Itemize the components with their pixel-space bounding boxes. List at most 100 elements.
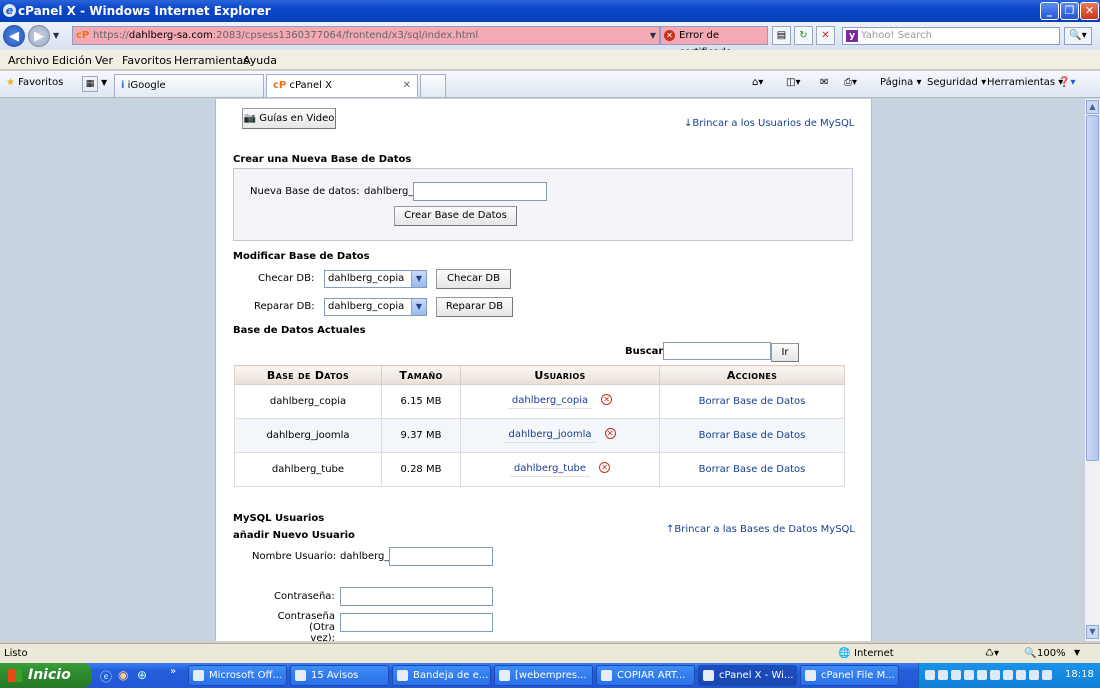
scroll-down-icon[interactable]: ▼	[1086, 625, 1099, 639]
tray-icon[interactable]	[1016, 670, 1026, 680]
menu-herramientas-tb[interactable]: Herramientas ▾	[987, 77, 1063, 88]
tray-icon[interactable]	[977, 670, 987, 680]
feeds-icon[interactable]: ◫▾	[786, 77, 800, 88]
protected-mode-icon[interactable]: ♺▾	[985, 648, 999, 659]
quick-tabs-icon[interactable]: ▦	[82, 76, 98, 92]
col-database[interactable]: Base de Datos	[234, 365, 382, 385]
db-user-link[interactable]: dahlberg_tube	[509, 463, 591, 477]
close-window-button[interactable]: ✕	[1080, 2, 1099, 20]
delete-db-link[interactable]: Borrar Base de Datos	[699, 396, 806, 407]
cpanel-favicon-icon: cP	[76, 30, 90, 41]
jump-to-dbs-link[interactable]: ↑Brincar a las Bases de Datos MySQL	[666, 524, 855, 535]
table-header-row: Base de Datos Tamaño Usuarios Acciones	[234, 365, 845, 385]
forward-button[interactable]: ▶	[28, 25, 50, 47]
recent-pages-dropdown-icon[interactable]: ▼	[53, 31, 59, 40]
password-input[interactable]	[340, 587, 493, 606]
print-icon[interactable]: ⎙▾	[844, 77, 857, 88]
menu-seguridad[interactable]: Seguridad ▾	[927, 77, 986, 88]
new-db-input[interactable]	[413, 182, 547, 201]
db-user-link[interactable]: dahlberg_joomla	[504, 429, 596, 443]
task-cpanel-x[interactable]: cPanel X - Wi...	[698, 665, 797, 686]
vertical-scrollbar[interactable]: ▲ ▼	[1084, 99, 1100, 641]
back-button[interactable]: ◀	[3, 25, 25, 47]
menu-archivo[interactable]: Archivo	[8, 54, 49, 67]
check-db-select[interactable]: dahlberg_copia ▼	[324, 270, 427, 288]
url-domain: dahlberg-sa.com	[128, 30, 213, 41]
menu-herramientas[interactable]: Herramientas	[174, 54, 249, 67]
refresh-icon[interactable]: ↻	[794, 26, 813, 45]
certificate-error-button[interactable]: ✕ Error de certificado	[660, 26, 768, 58]
home-icon[interactable]: ⌂▾	[752, 77, 763, 88]
scrollbar-thumb[interactable]	[1086, 115, 1099, 461]
task-cpanel-file-manager[interactable]: cPanel File M...	[800, 665, 899, 686]
search-input[interactable]: y Yahoo! Search	[842, 27, 1060, 45]
quicklaunch-more-icon[interactable]: »	[170, 666, 176, 677]
password-again-input[interactable]	[340, 613, 493, 632]
tab-igoogle-label: iGoogle	[127, 80, 166, 91]
db-search-button[interactable]: Ir	[771, 343, 799, 362]
delete-db-link[interactable]: Borrar Base de Datos	[699, 430, 806, 441]
ie-icon	[805, 670, 816, 681]
remove-user-icon[interactable]: ✕	[599, 462, 611, 474]
tray-icon[interactable]	[990, 670, 1000, 680]
zoom-dropdown-icon[interactable]: ▼	[1074, 648, 1080, 657]
tray-icon[interactable]	[938, 670, 948, 680]
task-webempres[interactable]: [webempres...	[494, 665, 593, 686]
task-bandeja[interactable]: Bandeja de e...	[392, 665, 491, 686]
db-users-cell: dahlberg_joomla ✕	[460, 418, 660, 453]
firefox-quicklaunch-icon[interactable]: ◉	[118, 668, 128, 682]
menu-ver[interactable]: Ver	[95, 54, 113, 67]
tab-cpanel[interactable]: cP cPanel X ✕	[266, 74, 418, 97]
remove-user-icon[interactable]: ✕	[604, 428, 616, 440]
create-db-button[interactable]: Crear Base de Datos	[394, 206, 517, 226]
menu-ayuda[interactable]: Ayuda	[243, 54, 277, 67]
db-prefix: dahlberg_	[364, 186, 414, 197]
tray-icon[interactable]	[951, 670, 961, 680]
video-guides-button[interactable]: 📷 Guías en Video	[242, 108, 336, 129]
scroll-up-icon[interactable]: ▲	[1086, 100, 1099, 114]
search-button[interactable]: 🔍▾	[1064, 27, 1092, 45]
tab-igoogle[interactable]: i iGoogle	[114, 74, 264, 97]
tray-icon[interactable]	[1042, 670, 1052, 680]
task-label: Bandeja de e...	[413, 670, 489, 681]
help-icon[interactable]: ❓▾	[1058, 77, 1075, 88]
new-tab-button[interactable]	[420, 74, 446, 97]
task-avisos[interactable]: 15 Avisos	[290, 665, 389, 686]
clock[interactable]: 18:18	[1065, 669, 1094, 680]
tray-icon[interactable]	[925, 670, 935, 680]
start-button[interactable]: Inicio	[0, 663, 92, 688]
tray-icon[interactable]	[964, 670, 974, 680]
tray-icon[interactable]	[1003, 670, 1013, 680]
delete-db-link[interactable]: Borrar Base de Datos	[699, 464, 806, 475]
tray-icon[interactable]	[1029, 670, 1039, 680]
cpanel-page: 📷 Guías en Video ↓Brincar a los Usuarios…	[215, 99, 872, 641]
favorites-button[interactable]: ★ Favoritos	[6, 77, 63, 88]
username-input[interactable]	[389, 547, 493, 566]
menu-edicion[interactable]: Edición	[52, 54, 92, 67]
db-action-cell: Borrar Base de Datos	[659, 384, 845, 419]
minimize-button[interactable]: _	[1040, 2, 1059, 20]
tab-list-dropdown-icon[interactable]: ▼	[101, 78, 107, 87]
repair-db-button[interactable]: Reparar DB	[436, 297, 513, 317]
remove-user-icon[interactable]: ✕	[601, 394, 613, 406]
maximize-button[interactable]: ❐	[1060, 2, 1079, 20]
url-field[interactable]: cP https://dahlberg-sa.com:2083/cpsess13…	[72, 26, 660, 45]
task-copiar[interactable]: COPIAR ART...	[596, 665, 695, 686]
compatibility-icon[interactable]: ▤	[772, 26, 791, 45]
mail-icon[interactable]: ✉	[820, 77, 828, 88]
repair-db-select[interactable]: dahlberg_copia ▼	[324, 298, 427, 316]
check-db-button[interactable]: Checar DB	[436, 269, 511, 289]
close-tab-icon[interactable]: ✕	[403, 75, 411, 96]
zoom-level[interactable]: 100%	[1037, 648, 1066, 659]
db-search-input[interactable]	[663, 342, 771, 360]
db-user-link[interactable]: dahlberg_copia	[507, 395, 593, 409]
menu-pagina[interactable]: Página ▾	[880, 77, 922, 88]
jump-to-users-link[interactable]: ↓Brincar a los Usuarios de MySQL	[684, 118, 854, 129]
menu-favoritos[interactable]: Favoritos	[122, 54, 172, 67]
outlook-quicklaunch-icon[interactable]: ⊕	[137, 668, 147, 682]
col-size[interactable]: Tamaño	[381, 365, 461, 385]
stop-icon[interactable]: ✕	[816, 26, 835, 45]
ie-quicklaunch-icon[interactable]: ⓔ	[100, 668, 112, 685]
url-dropdown-icon[interactable]: ▼	[650, 27, 656, 44]
task-microsoft-office[interactable]: Microsoft Off...	[188, 665, 287, 686]
